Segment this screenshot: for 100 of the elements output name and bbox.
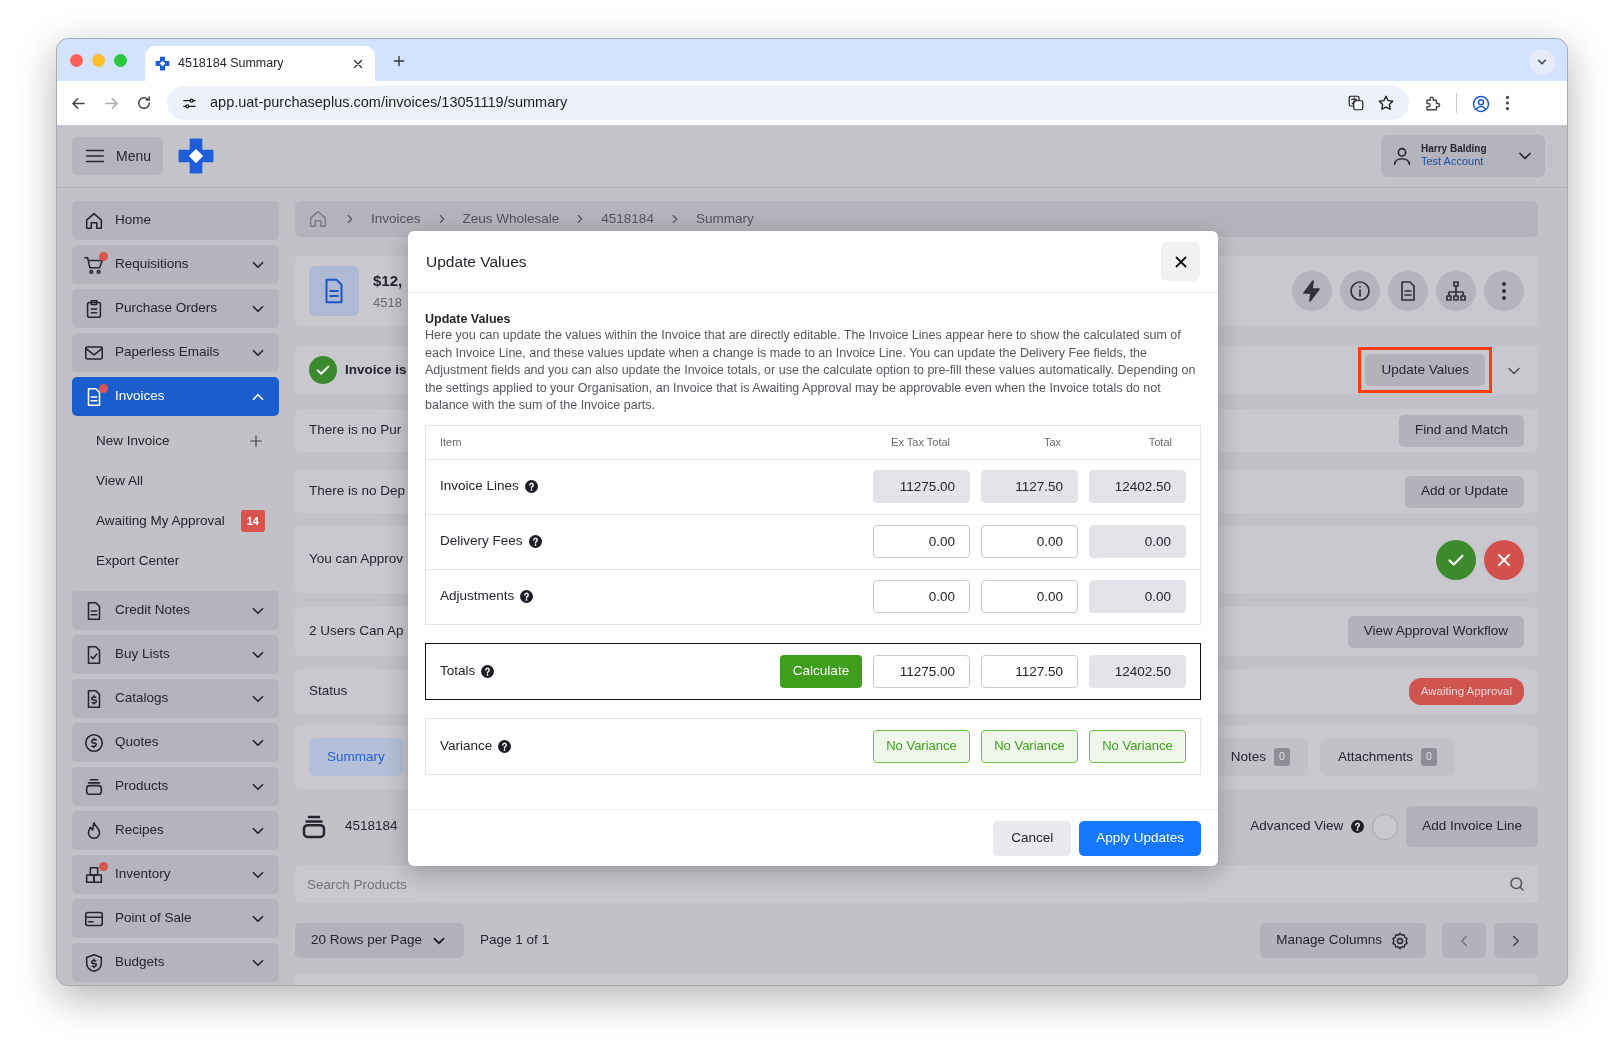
- home-icon: [307, 208, 329, 230]
- amount-field[interactable]: 11275.00: [873, 654, 970, 688]
- submenu-item[interactable]: Export Center: [72, 541, 279, 581]
- logo-icon: [177, 137, 216, 175]
- amount-field[interactable]: 0.00: [873, 580, 970, 613]
- description-text: Here you can update the values within the Invoice that are directly editable. The Invoice Lines appear here to show the calculated sum of each Invoice Line, and these values update when a change is made to an Invoice Line. You can update the Delivery Fee fields, the Adjustment fields and you can also update the Invoice totals, or use the calculate option to pre-fill these values automatically. Depending on the settings applied to your Organisation, an Invoice that is Awaiting Approval may be approvable even when the Invoice totals do not balance with the sum of the Invoice parts.: [425, 327, 1197, 414]
- help-icon: [528, 535, 542, 548]
- row-text: Status: [309, 682, 348, 701]
- address-bar[interactable]: app.uat-purchaseplus.com/invoices/13051119/summary: [167, 86, 1409, 120]
- section-heading: Update Values: [425, 311, 512, 327]
- user-menu[interactable]: Harry Balding Test Account: [1381, 135, 1545, 177]
- manage-columns-button[interactable]: Manage Columns: [1260, 923, 1426, 958]
- user-name: Harry Balding: [1421, 143, 1488, 156]
- amount-field[interactable]: 0.00: [1089, 580, 1186, 613]
- status-badge: Awaiting Approval: [1408, 677, 1524, 706]
- action-button[interactable]: Find and Match: [1398, 414, 1524, 447]
- column-header: Ex Tax Total: [890, 434, 951, 450]
- sidebar-item[interactable]: Invoices: [72, 377, 279, 416]
- sidebar-item[interactable]: Home: [72, 201, 279, 240]
- toggle-switch[interactable]: [1372, 813, 1399, 840]
- search-field[interactable]: Search Products: [295, 865, 1538, 903]
- sidebar-item[interactable]: Products: [72, 767, 279, 806]
- close-button[interactable]: [1161, 242, 1200, 281]
- advanced-view-label: Advanced View: [1250, 817, 1344, 836]
- invoice-number: 4518: [373, 293, 403, 312]
- submenu-item[interactable]: Awaiting My Approval 14: [72, 501, 279, 541]
- amount-field[interactable]: 11275.00: [873, 470, 970, 503]
- sidebar-item[interactable]: Catalogs: [72, 679, 279, 718]
- hierarchy-button[interactable]: [1436, 271, 1476, 311]
- invoice-amount: $12,: [373, 271, 403, 291]
- submenu-item[interactable]: New Invoice: [72, 421, 279, 461]
- sidebar-item[interactable]: Credit Notes: [72, 591, 279, 630]
- sidebar-item[interactable]: Point of Sale: [72, 899, 279, 938]
- sidebar-item[interactable]: Purchase Orders: [72, 289, 279, 328]
- row-label: Adjustments: [440, 587, 515, 606]
- row-label: Invoice Lines: [440, 477, 519, 496]
- document-button[interactable]: [1388, 271, 1428, 311]
- sidebar-item[interactable]: Recipes: [72, 811, 279, 850]
- variance-badge: No Variance: [873, 729, 970, 763]
- info-button[interactable]: [1340, 271, 1380, 311]
- help-icon: [481, 664, 495, 678]
- amount-field[interactable]: 12402.50: [1089, 470, 1186, 503]
- rows-per-page-dropdown[interactable]: 20 Rows per Page: [295, 923, 465, 958]
- approve-button[interactable]: [1436, 539, 1476, 580]
- logo-icon: [155, 56, 170, 71]
- update-values-button[interactable]: Update Values: [1365, 354, 1485, 386]
- action-button[interactable]: Add or Update: [1404, 475, 1524, 508]
- breadcrumb-link[interactable]: 4518184: [601, 208, 654, 230]
- extensions-icon: [1423, 93, 1442, 113]
- add-invoice-line-button[interactable]: Add Invoice Line: [1406, 806, 1538, 847]
- count-badge: 14: [240, 509, 265, 533]
- amount-field[interactable]: 12402.50: [1089, 654, 1186, 688]
- gear-icon: [1390, 930, 1410, 951]
- search-icon: [1508, 875, 1526, 893]
- menu-button[interactable]: Menu: [72, 137, 164, 175]
- help-icon: [520, 590, 534, 603]
- close-window-light[interactable]: [70, 54, 83, 67]
- browser-menu-icon: [1505, 95, 1510, 111]
- submenu-item[interactable]: View All: [72, 461, 279, 501]
- help-icon: [498, 739, 512, 753]
- variance-badge: No Variance: [1089, 729, 1186, 763]
- amount-field[interactable]: 0.00: [1089, 525, 1186, 558]
- dialog-title: Update Values: [426, 251, 527, 272]
- sidebar-item[interactable]: Quotes: [72, 723, 279, 762]
- more-icon: [1501, 281, 1507, 301]
- sidebar-item[interactable]: Requisitions: [72, 245, 279, 284]
- tab[interactable]: Attachments 0: [1319, 738, 1455, 776]
- breadcrumb-link[interactable]: Zeus Wholesale: [462, 208, 560, 230]
- help-icon: [524, 480, 538, 493]
- sidebar-item[interactable]: Paperless Emails: [72, 333, 279, 372]
- column-header: Total: [1147, 434, 1173, 450]
- column-header: Tax: [1042, 434, 1062, 450]
- invoice-number: 4518184: [345, 817, 398, 836]
- hierarchy-icon: [1444, 279, 1468, 303]
- action-button[interactable]: View Approval Workflow: [1347, 615, 1524, 648]
- lightning-button[interactable]: [1292, 271, 1332, 311]
- help-icon: [1351, 820, 1365, 833]
- cancel-button[interactable]: Cancel: [993, 820, 1072, 856]
- amount-field[interactable]: 1127.50: [981, 470, 1078, 503]
- breadcrumb-link[interactable]: Summary: [695, 208, 754, 230]
- apply-updates-button[interactable]: Apply Updates: [1079, 820, 1201, 856]
- amount-field[interactable]: 1127.50: [981, 654, 1078, 688]
- count-badge: 0: [1274, 748, 1290, 766]
- breadcrumb-link[interactable]: Invoices: [371, 208, 421, 230]
- page-indicator: Page 1 of 1: [480, 931, 550, 950]
- variance-badge: No Variance: [981, 729, 1078, 763]
- browser-tab[interactable]: 4518184 Summary: [145, 46, 375, 81]
- sidebar-item[interactable]: Inventory: [72, 855, 279, 894]
- reject-button[interactable]: [1484, 539, 1524, 580]
- sidebar-item[interactable]: Buy Lists: [72, 635, 279, 674]
- sidebar-item[interactable]: Budgets: [72, 943, 279, 982]
- column-header: Item: [440, 434, 463, 450]
- account-name: Test Account: [1421, 155, 1485, 169]
- info-icon: [1348, 279, 1372, 303]
- user-icon: [1391, 145, 1413, 167]
- more-button[interactable]: [1484, 271, 1524, 311]
- amount-field[interactable]: 0.00: [981, 525, 1078, 558]
- dollar-coin-icon: [83, 731, 105, 754]
- amount-field[interactable]: 0.00: [981, 580, 1078, 613]
- amount-field[interactable]: 0.00: [873, 525, 970, 558]
